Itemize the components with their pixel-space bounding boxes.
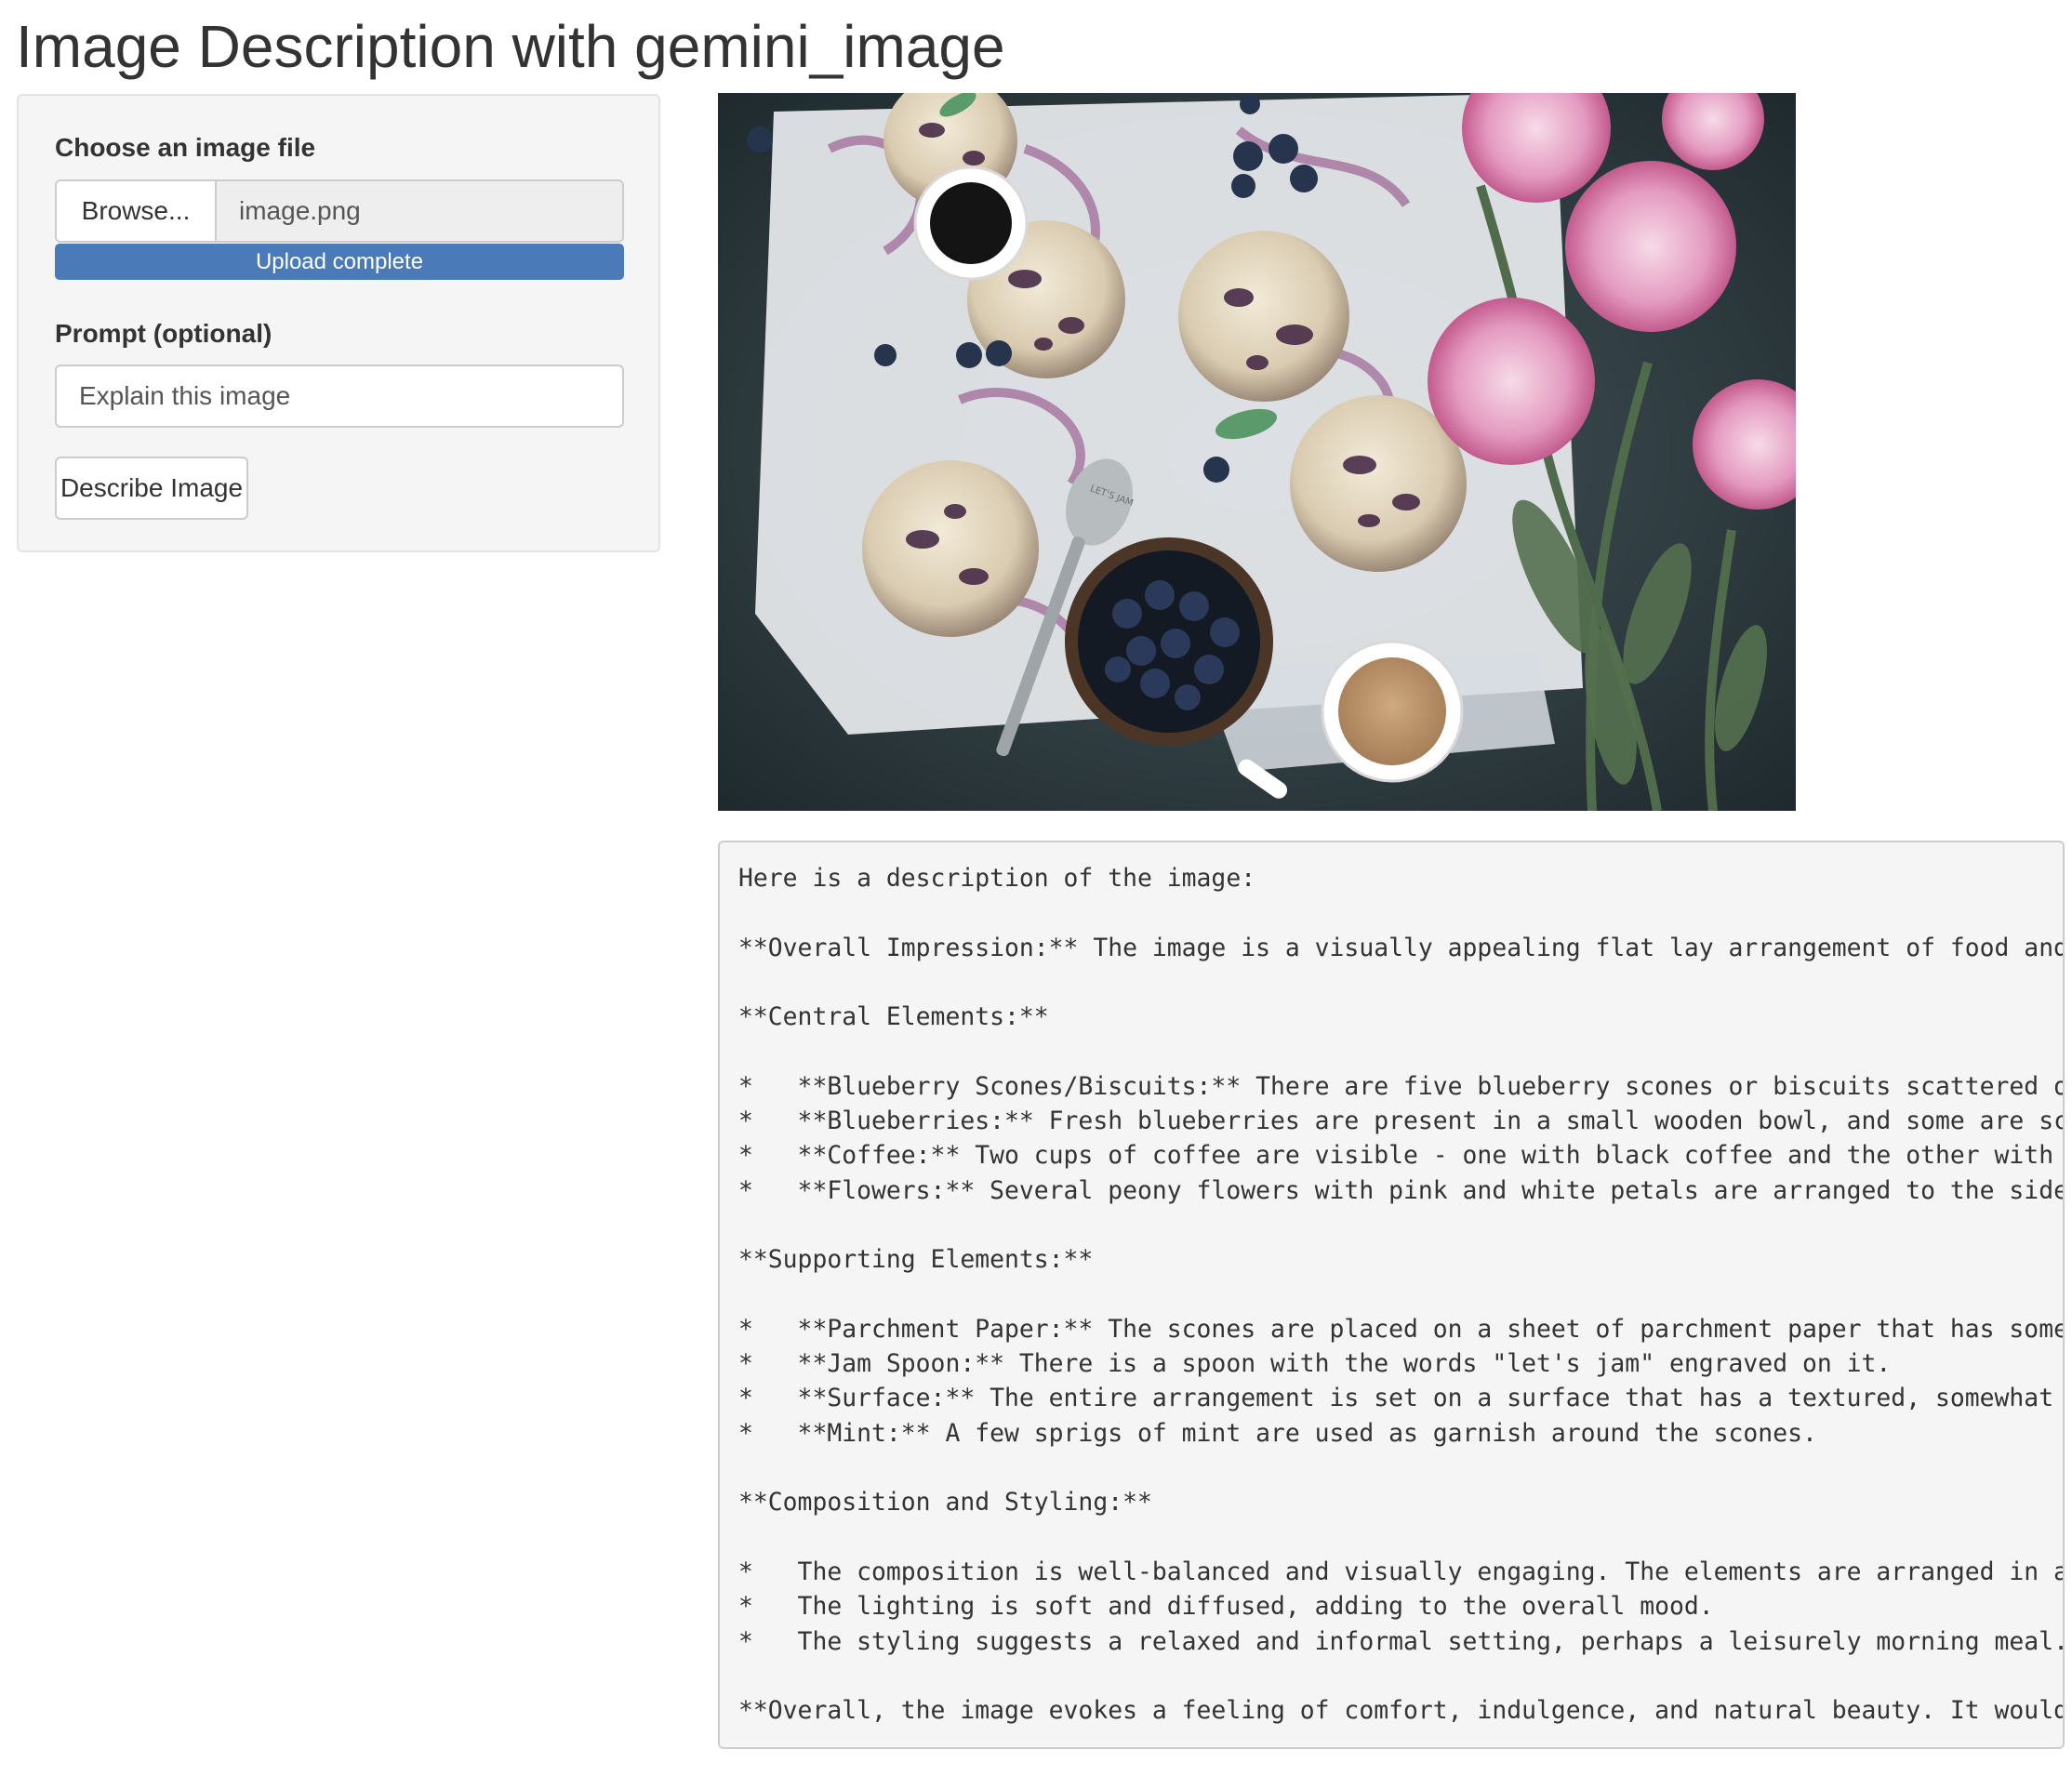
prompt-label: Prompt (optional) — [55, 319, 272, 348]
prompt-input[interactable] — [55, 364, 624, 428]
description-text: Here is a description of the image: **Ov… — [738, 864, 2065, 1726]
page-title: Image Description with gemini_image — [16, 13, 1005, 80]
description-output: Here is a description of the image: **Ov… — [718, 841, 2065, 1749]
browse-button[interactable]: Browse... — [57, 181, 217, 241]
describe-image-button[interactable]: Describe Image — [55, 457, 248, 520]
app: Image Description with gemini_image Choo… — [0, 0, 2072, 1776]
uploaded-image: LET'S JAM — [718, 93, 1796, 811]
file-input-label: Choose an image file — [55, 133, 316, 162]
file-input-group: Browse... image.png — [55, 179, 624, 243]
upload-progress-fill: Upload complete — [55, 244, 624, 280]
uploaded-image-graphic: LET'S JAM — [718, 93, 1796, 811]
upload-progress-bar: Upload complete — [55, 244, 624, 280]
selected-file-name: image.png — [217, 181, 622, 241]
sidebar-panel: Choose an image file Browse... image.png… — [17, 94, 660, 552]
